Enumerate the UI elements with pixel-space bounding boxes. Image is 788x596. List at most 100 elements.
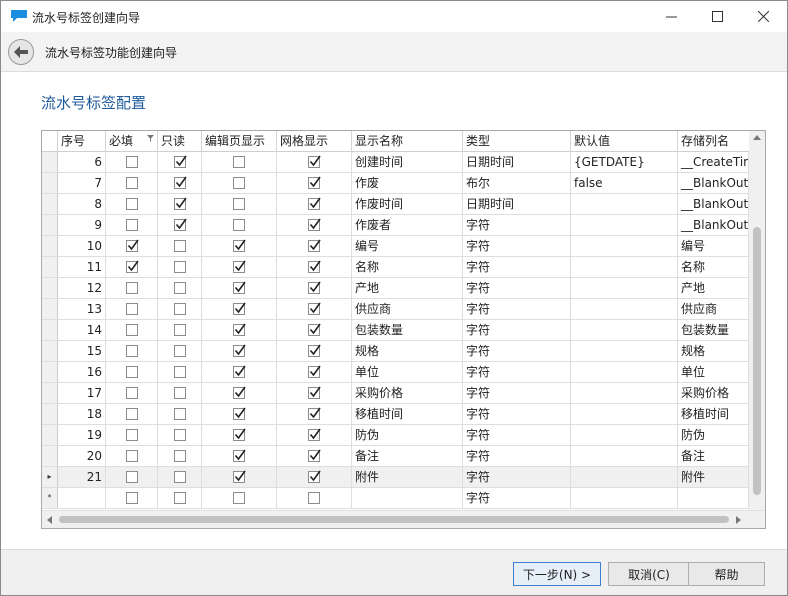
row-selector[interactable] — [42, 173, 58, 193]
back-button[interactable] — [8, 39, 34, 65]
type-cell[interactable]: 字符 — [463, 488, 571, 508]
column-header[interactable]: 网格显示 — [277, 131, 352, 152]
table-row[interactable]: 20 备注 字符 备注 — [42, 446, 749, 467]
horizontal-scroll-thumb[interactable] — [59, 516, 729, 523]
next-button[interactable]: 下一步(N) > — [513, 562, 601, 586]
grid-visible-checkbox[interactable] — [308, 302, 321, 315]
row-selector[interactable] — [42, 404, 58, 424]
column-header[interactable]: 存储列名 — [678, 131, 749, 152]
table-row[interactable]: 16 单位 字符 单位 — [42, 362, 749, 383]
display-name-cell[interactable]: 编号 — [352, 236, 463, 256]
row-selector[interactable] — [42, 383, 58, 403]
default-value-cell[interactable]: {GETDATE} — [571, 152, 678, 172]
maximize-button[interactable] — [694, 1, 740, 32]
default-value-cell[interactable] — [571, 257, 678, 277]
grid-visible-checkbox[interactable] — [308, 386, 321, 399]
type-cell[interactable]: 字符 — [463, 236, 571, 256]
display-name-cell[interactable]: 防伪 — [352, 425, 463, 445]
table-row[interactable]: 8 作废时间 日期时间 __BlankOutT — [42, 194, 749, 215]
row-selector[interactable] — [42, 194, 58, 214]
type-cell[interactable]: 字符 — [463, 215, 571, 235]
edit-visible-checkbox[interactable] — [233, 260, 246, 273]
grid-visible-checkbox[interactable] — [308, 281, 321, 294]
type-cell[interactable]: 字符 — [463, 257, 571, 277]
column-name-cell[interactable]: 采购价格 — [678, 383, 749, 403]
edit-visible-checkbox[interactable] — [233, 407, 246, 420]
table-row[interactable]: ▸ 21 附件 字符 附件 — [42, 467, 749, 488]
grid-visible-checkbox[interactable] — [308, 365, 321, 378]
grid-visible-checkbox[interactable] — [308, 323, 321, 336]
table-row[interactable]: 10 编号 字符 编号 — [42, 236, 749, 257]
readonly-checkbox[interactable] — [173, 366, 186, 378]
readonly-checkbox[interactable] — [173, 261, 186, 273]
type-cell[interactable]: 字符 — [463, 362, 571, 382]
table-row[interactable]: 7 作废 布尔 false __BlankOut_ — [42, 173, 749, 194]
default-value-cell[interactable] — [571, 278, 678, 298]
grid-visible-checkbox[interactable] — [308, 176, 321, 189]
edit-visible-checkbox[interactable] — [233, 386, 246, 399]
required-checkbox[interactable] — [125, 219, 138, 231]
edit-visible-checkbox[interactable] — [233, 302, 246, 315]
scroll-left-icon[interactable] — [47, 516, 52, 524]
display-name-cell[interactable]: 附件 — [352, 467, 463, 487]
default-value-cell[interactable]: false — [571, 173, 678, 193]
table-row[interactable]: 19 防伪 字符 防伪 — [42, 425, 749, 446]
column-name-cell[interactable]: 产地 — [678, 278, 749, 298]
readonly-checkbox[interactable] — [173, 471, 186, 483]
column-header[interactable]: 必填 — [106, 131, 158, 152]
default-value-cell[interactable] — [571, 362, 678, 382]
default-value-cell[interactable] — [571, 236, 678, 256]
display-name-cell[interactable]: 单位 — [352, 362, 463, 382]
edit-visible-checkbox[interactable] — [233, 365, 246, 378]
display-name-cell[interactable]: 包装数量 — [352, 320, 463, 340]
type-cell[interactable]: 日期时间 — [463, 152, 571, 172]
edit-visible-checkbox[interactable] — [233, 449, 246, 462]
grid-visible-checkbox[interactable] — [308, 260, 321, 273]
table-row[interactable]: 6 创建时间 日期时间 {GETDATE} __CreateTim — [42, 152, 749, 173]
type-cell[interactable]: 字符 — [463, 383, 571, 403]
readonly-checkbox[interactable] — [173, 176, 187, 189]
horizontal-scrollbar[interactable] — [42, 510, 765, 528]
table-row[interactable]: 15 规格 字符 规格 — [42, 341, 749, 362]
required-checkbox[interactable] — [125, 282, 138, 294]
required-checkbox[interactable] — [125, 492, 138, 504]
readonly-checkbox[interactable] — [173, 324, 186, 336]
readonly-checkbox[interactable] — [173, 155, 187, 168]
display-name-cell[interactable]: 作废时间 — [352, 194, 463, 214]
grid-visible-checkbox[interactable] — [308, 407, 321, 420]
display-name-cell[interactable]: 作废者 — [352, 215, 463, 235]
required-checkbox[interactable] — [125, 408, 138, 420]
column-header[interactable]: 类型 — [463, 131, 571, 152]
required-checkbox[interactable] — [125, 260, 139, 273]
readonly-checkbox[interactable] — [173, 240, 186, 252]
type-cell[interactable]: 字符 — [463, 278, 571, 298]
edit-visible-checkbox[interactable] — [233, 198, 245, 210]
row-selector[interactable] — [42, 257, 58, 277]
vertical-scroll-thumb[interactable] — [753, 227, 761, 495]
readonly-checkbox[interactable] — [173, 429, 186, 441]
readonly-checkbox[interactable] — [173, 303, 186, 315]
row-selector[interactable] — [42, 446, 58, 466]
column-header[interactable]: 编辑页显示 — [202, 131, 277, 152]
type-cell[interactable]: 字符 — [463, 320, 571, 340]
table-row[interactable]: 12 产地 字符 产地 — [42, 278, 749, 299]
readonly-checkbox[interactable] — [173, 345, 186, 357]
edit-visible-checkbox[interactable] — [233, 281, 246, 294]
row-selector[interactable] — [42, 299, 58, 319]
default-value-cell[interactable] — [571, 404, 678, 424]
column-header[interactable]: 默认值 — [571, 131, 678, 152]
column-name-cell[interactable]: 防伪 — [678, 425, 749, 445]
minimize-button[interactable] — [648, 1, 694, 32]
required-checkbox[interactable] — [125, 471, 138, 483]
type-cell[interactable]: 字符 — [463, 299, 571, 319]
default-value-cell[interactable] — [571, 341, 678, 361]
new-row[interactable]: * 字符 — [42, 488, 749, 509]
row-selector[interactable] — [42, 215, 58, 235]
default-value-cell[interactable] — [571, 383, 678, 403]
type-cell[interactable]: 字符 — [463, 341, 571, 361]
table-row[interactable]: 11 名称 字符 名称 — [42, 257, 749, 278]
grid-visible-checkbox[interactable] — [308, 449, 321, 462]
required-checkbox[interactable] — [125, 177, 138, 189]
column-name-cell[interactable]: __BlankOutU — [678, 215, 749, 235]
row-selector[interactable] — [42, 320, 58, 340]
